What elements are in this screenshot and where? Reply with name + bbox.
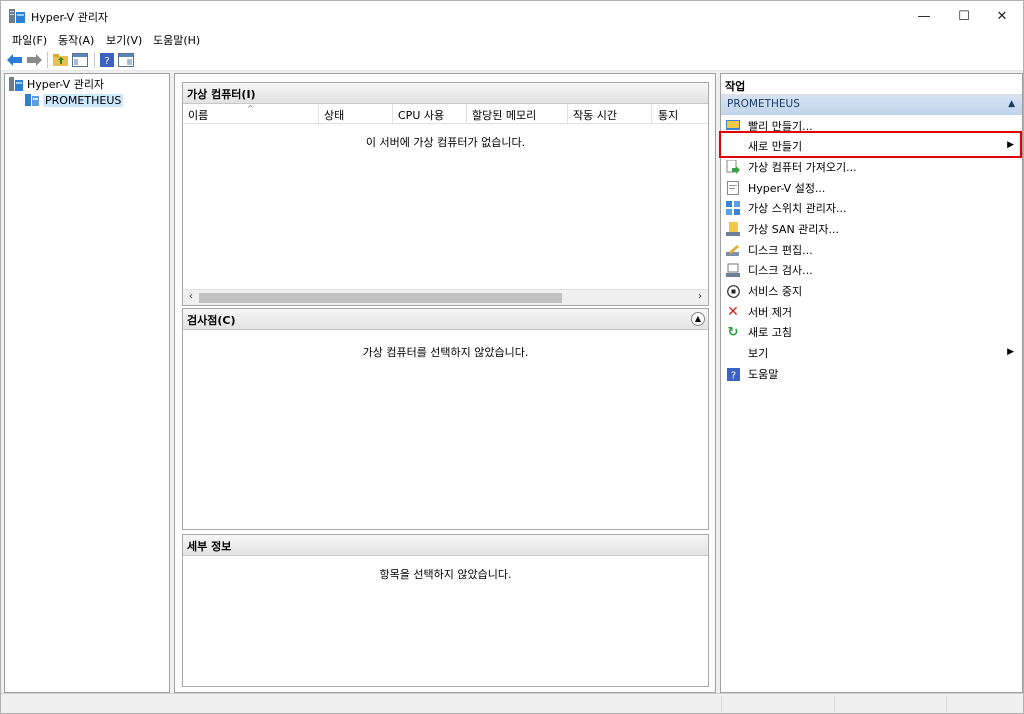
details-empty-message: 항목을 선택하지 않았습니다. [379,568,512,581]
column-state[interactable]: 상태 [324,107,344,123]
up-folder-icon[interactable] [53,52,69,68]
column-memory[interactable]: 할당된 메모리 [472,107,536,123]
hyperv-window: Hyper-V 관리자 — ☐ ✕ 파일(F) 동작(A) 보기(V) 도움말(… [0,0,1024,714]
collapse-icon[interactable]: ▲ [691,312,705,326]
forward-arrow-icon[interactable] [26,52,42,68]
submenu-arrow-icon: ▶ [1007,347,1014,357]
scroll-left-icon[interactable]: ‹ [184,291,198,305]
action-virtual-san-manager[interactable]: 가상 SAN 관리자... [721,219,1022,239]
back-arrow-icon[interactable] [7,52,23,68]
details-panel: 세부 정보 항목을 선택하지 않았습니다. [182,534,709,687]
status-bar [1,693,1023,713]
stop-icon [725,283,741,299]
column-status[interactable]: 통지 [658,107,678,123]
action-remove-server[interactable]: ✕ 서버 제거 [721,302,1022,322]
vm-column-headers: 이름 ^ 상태 CPU 사용 할당된 메모리 작동 시간 통지 [183,104,708,124]
scroll-thumb[interactable] [199,293,562,303]
actions-header: 작업 [721,74,1022,95]
title-bar: Hyper-V 관리자 — ☐ ✕ [1,1,1023,31]
menu-view[interactable]: 보기(V) [106,32,142,48]
action-hyperv-settings[interactable]: Hyper-V 설정... [721,178,1022,198]
help-icon[interactable]: ? [99,52,115,68]
help-icon: ? [725,366,741,382]
column-uptime[interactable]: 작동 시간 [573,107,617,123]
actions-section-prometheus[interactable]: PROMETHEUS ▲ [721,95,1022,115]
remove-icon: ✕ [727,304,739,320]
checkpoint-panel-header: 검사점(C) ▲ [183,309,708,330]
column-cpu[interactable]: CPU 사용 [398,107,444,123]
inspect-disk-icon [725,262,741,278]
status-segment [946,696,947,712]
center-pane: 가상 컴퓨터(I) 이름 ^ 상태 CPU 사용 할당된 메모리 작동 시간 통… [174,73,716,693]
menu-bar: 파일(F) 동작(A) 보기(V) 도움말(H) [1,30,1023,48]
toolbar-separator [94,52,95,68]
checkpoint-empty-message: 가상 컴퓨터를 선택하지 않았습니다. [362,346,529,359]
window-title: Hyper-V 관리자 [31,11,109,24]
action-inspect-disk[interactable]: 디스크 검사... [721,260,1022,280]
svg-text:?: ? [730,370,735,381]
tree-item-prometheus[interactable]: PROMETHEUS [25,92,124,108]
menu-file[interactable]: 파일(F) [12,32,47,48]
vm-empty-message: 이 서버에 가상 컴퓨터가 없습니다. [365,136,526,149]
toolbar: ? [1,49,1023,71]
show-tree-icon[interactable] [72,52,88,68]
actions-pane: 작업 PROMETHEUS ▲ 빨리 만들기... 새로 만들기 ▶ 가상 컴퓨… [719,73,1023,693]
action-import-vm[interactable]: 가상 컴퓨터 가져오기... [721,157,1022,177]
action-refresh[interactable]: ↻ 새로 고침 [721,322,1022,342]
main-area: Hyper-V 관리자 PROMETHEUS 가상 컴퓨터(I) 이름 ^ 상태… [1,71,1023,693]
virtual-switch-icon [725,200,741,216]
server-icon [25,94,39,106]
action-virtual-switch-manager[interactable]: 가상 스위치 관리자... [721,198,1022,218]
settings-icon [725,180,741,196]
hyperv-manager-icon [9,77,23,91]
scroll-right-icon[interactable]: › [693,291,707,305]
vm-panel: 가상 컴퓨터(I) 이름 ^ 상태 CPU 사용 할당된 메모리 작동 시간 통… [182,82,709,306]
menu-action[interactable]: 동작(A) [58,32,94,48]
column-name[interactable]: 이름 [188,107,208,123]
hyperv-app-icon [9,9,25,23]
checkpoint-panel: 검사점(C) ▲ 가상 컴퓨터를 선택하지 않았습니다. [182,308,709,530]
status-segment [721,696,722,712]
vm-horizontal-scrollbar[interactable]: ‹ › [183,289,708,305]
action-edit-disk[interactable]: 디스크 편집... [721,240,1022,260]
highlight-box [719,131,1022,158]
toolbar-separator [47,52,48,68]
menu-help[interactable]: 도움말(H) [153,32,200,48]
sort-ascending-icon: ^ [247,104,254,113]
tree-root-label: Hyper-V 관리자 [27,78,105,91]
edit-disk-icon [725,242,741,258]
import-vm-icon [725,159,741,175]
details-panel-header: 세부 정보 [183,535,708,556]
close-button[interactable]: ✕ [979,1,1024,31]
action-stop-service[interactable]: 서비스 중지 [721,281,1022,301]
show-action-pane-icon[interactable] [118,52,134,68]
refresh-icon: ↻ [727,324,739,340]
console-tree: Hyper-V 관리자 PROMETHEUS [4,73,170,693]
tree-root-hyperv[interactable]: Hyper-V 관리자 [9,76,104,92]
svg-text:?: ? [104,56,109,67]
action-view[interactable]: 보기 ▶ [721,343,1022,363]
status-segment [834,696,835,712]
collapse-section-icon[interactable]: ▲ [1008,99,1015,109]
tree-server-label: PROMETHEUS [43,93,124,107]
action-help[interactable]: ? 도움말 [721,364,1022,384]
san-icon [725,221,741,237]
vm-panel-header: 가상 컴퓨터(I) [183,83,708,104]
